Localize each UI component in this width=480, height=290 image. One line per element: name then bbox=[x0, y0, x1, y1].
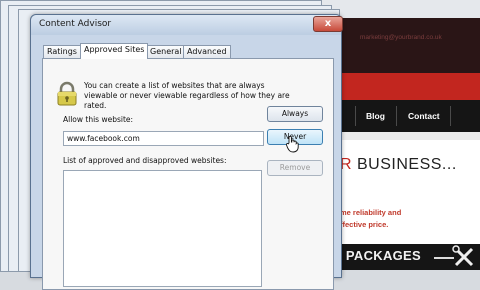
nav-separator bbox=[450, 106, 451, 126]
info-text: You can create a list of websites that a… bbox=[84, 81, 290, 110]
dialog-title: Content Advisor bbox=[39, 19, 112, 29]
close-button[interactable]: x bbox=[313, 16, 343, 32]
nav-separator bbox=[355, 106, 356, 126]
tab-approved-sites[interactable]: Approved Sites bbox=[80, 43, 149, 59]
remove-button[interactable]: Remove bbox=[267, 160, 323, 176]
nav-link-blog[interactable]: Blog bbox=[366, 111, 385, 121]
packages-underline bbox=[434, 257, 454, 259]
tab-general[interactable]: General bbox=[146, 45, 186, 58]
site-body-line: me reliability and bbox=[340, 208, 402, 217]
allow-website-label: Allow this website: bbox=[63, 115, 134, 124]
sites-list-label: List of approved and disapproved website… bbox=[63, 156, 227, 165]
website-input[interactable]: www.facebook.com bbox=[63, 131, 264, 146]
nav-separator bbox=[396, 106, 397, 126]
tab-advanced[interactable]: Advanced bbox=[183, 45, 231, 58]
nav-link-contact[interactable]: Contact bbox=[408, 111, 440, 121]
tools-icon bbox=[452, 245, 474, 267]
lock-icon bbox=[57, 81, 77, 106]
headline-text: BUSINESS... bbox=[352, 156, 457, 173]
site-body-line: ffective price. bbox=[340, 220, 389, 229]
site-header-email: marketing@yourbrand.co.uk bbox=[360, 34, 442, 41]
dialog-titlebar[interactable]: Content Advisor x bbox=[31, 15, 343, 35]
site-packages-text: E PACKAGES bbox=[333, 248, 421, 263]
site-headline: R BUSINESS... bbox=[340, 156, 457, 174]
tab-ratings[interactable]: Ratings bbox=[43, 45, 81, 58]
sites-list[interactable] bbox=[63, 170, 262, 287]
mouse-cursor-icon bbox=[286, 135, 299, 153]
always-button[interactable]: Always bbox=[267, 106, 323, 122]
